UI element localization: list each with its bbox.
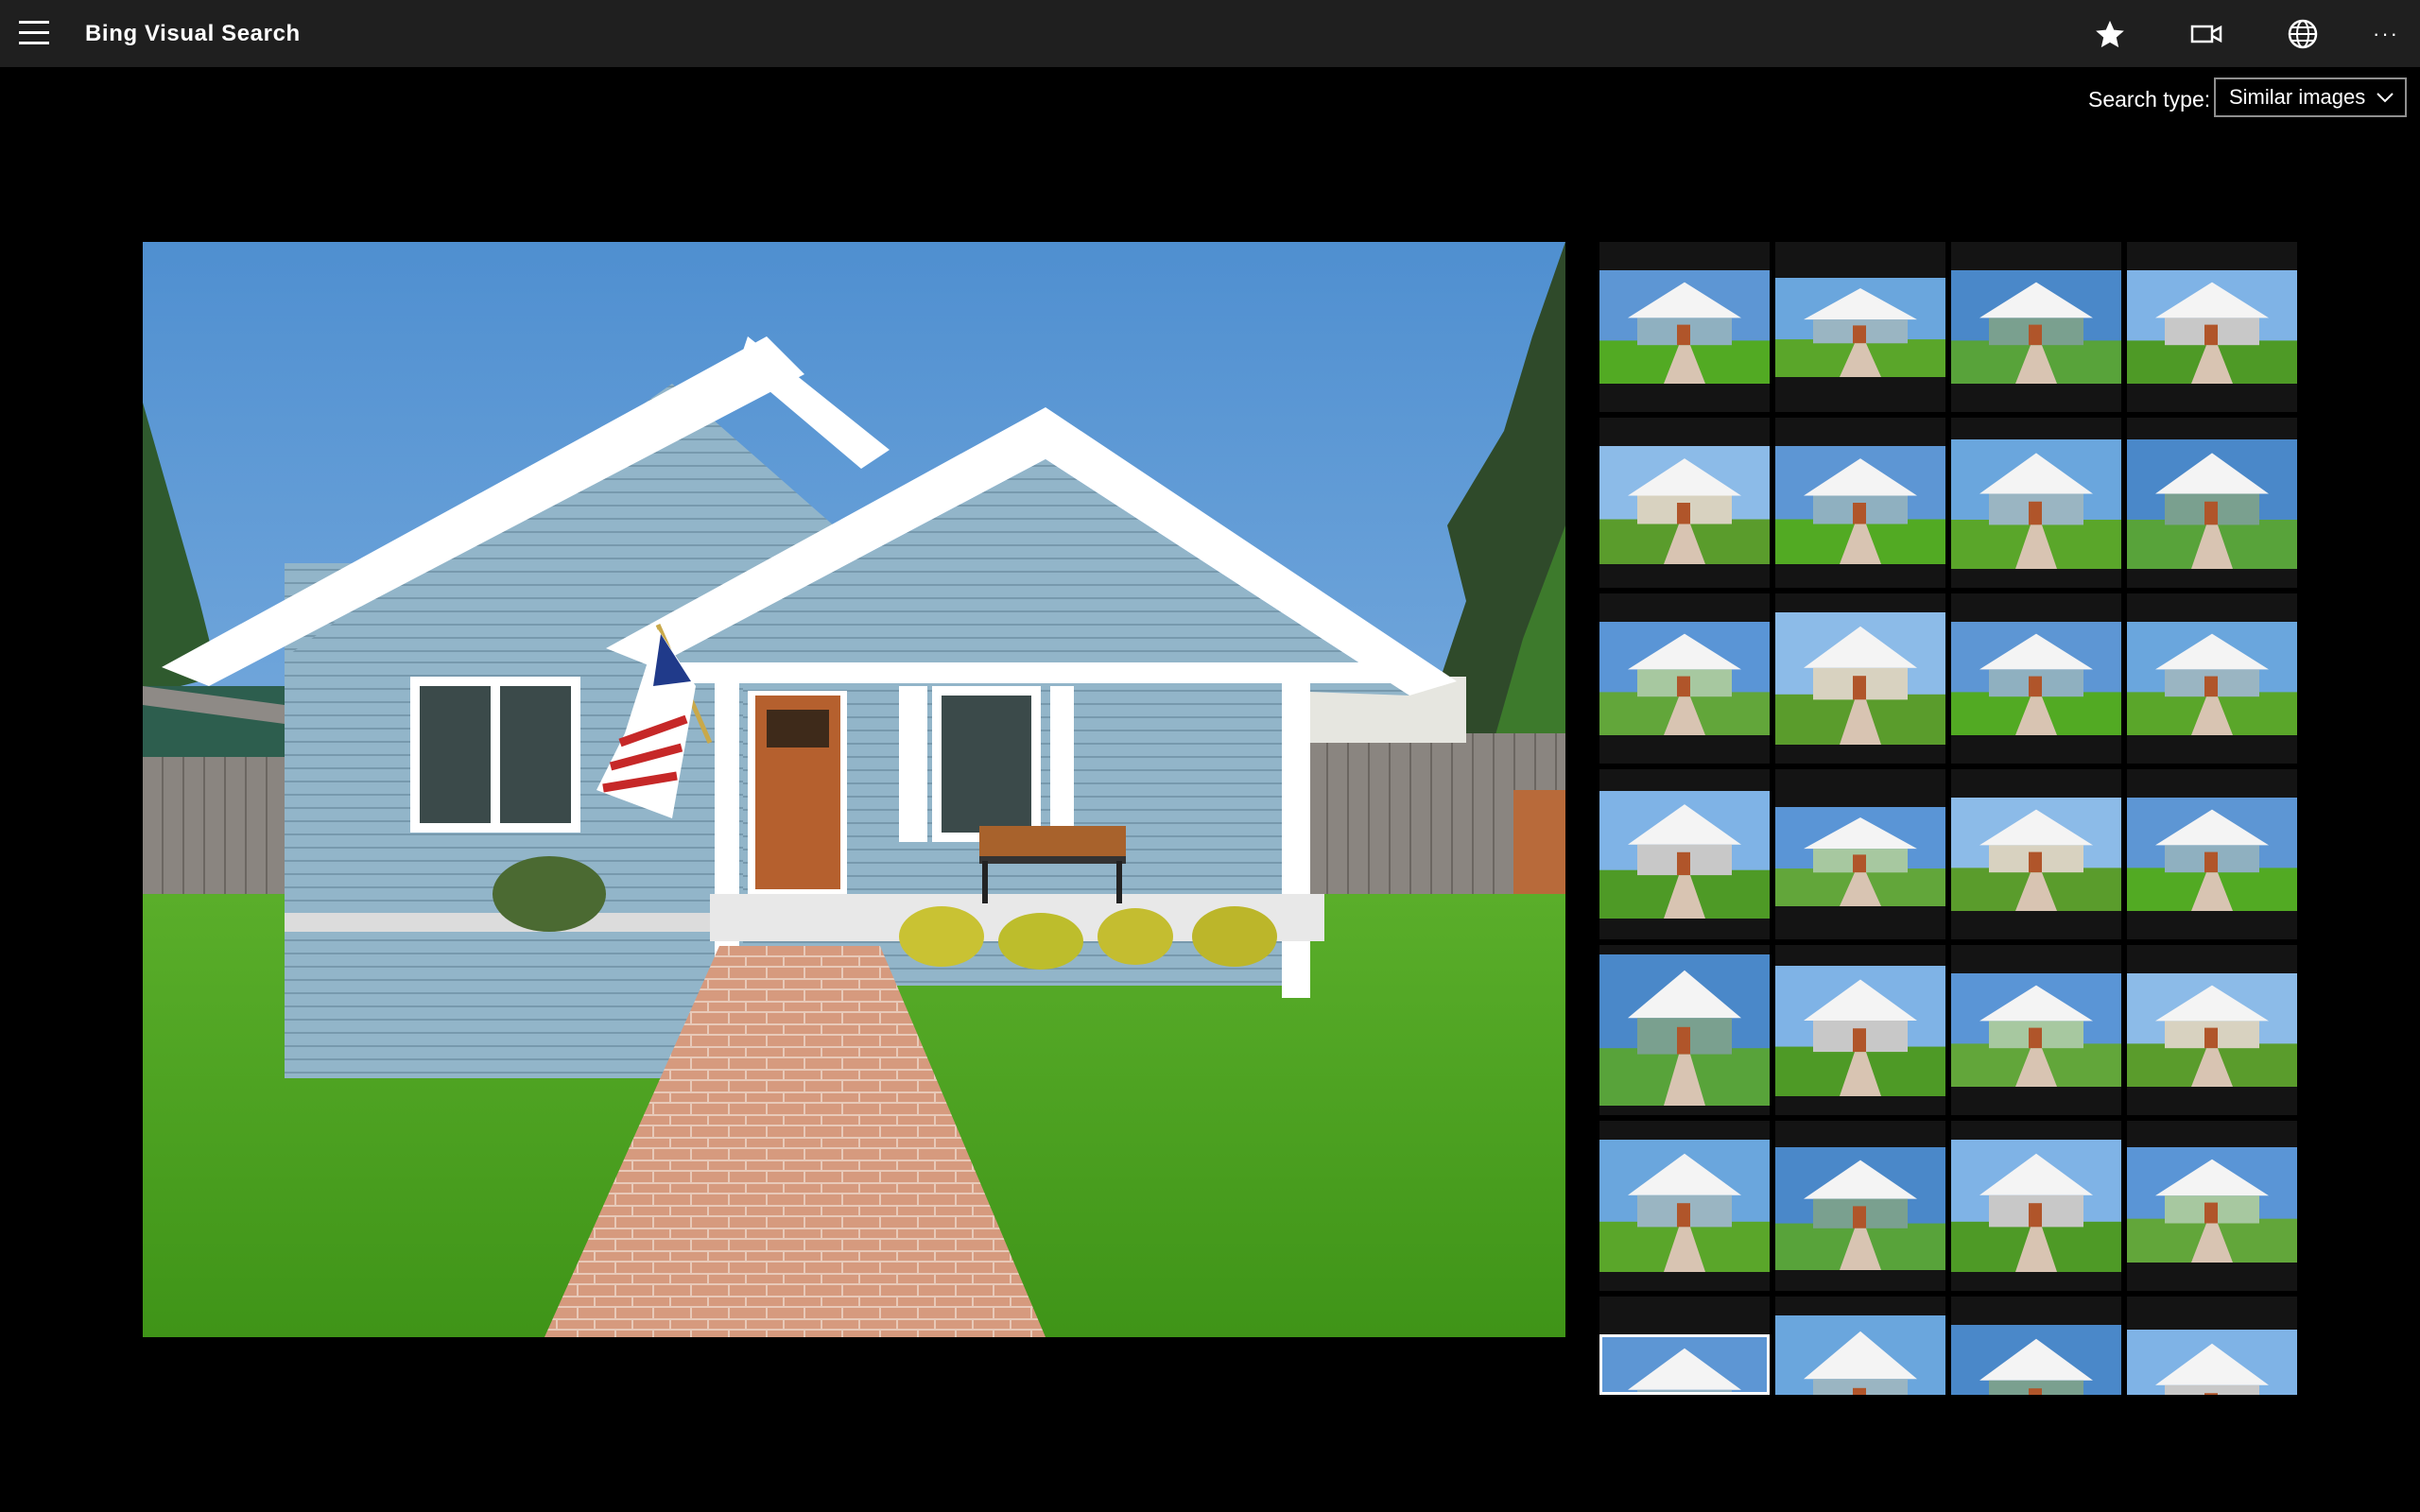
similar-image-thumbnail[interactable] (1775, 945, 1945, 1115)
video-camera-icon[interactable] (2186, 13, 2227, 55)
chevron-down-icon (2375, 87, 2395, 113)
house-thumbnail-image (1599, 622, 1770, 735)
similar-image-thumbnail[interactable] (2127, 769, 2297, 939)
similar-image-thumbnail[interactable] (1951, 1297, 2121, 1395)
search-type-dropdown[interactable]: Similar images (2214, 77, 2407, 117)
house-thumbnail-image (2127, 798, 2297, 911)
globe-icon[interactable] (2282, 13, 2324, 55)
house-thumbnail-image (1951, 1325, 2121, 1395)
similar-image-thumbnail[interactable] (2127, 1121, 2297, 1291)
house-thumbnail-image (1951, 439, 2121, 569)
house-photo (143, 242, 1565, 1337)
similar-image-thumbnail[interactable] (1599, 593, 1770, 764)
similar-image-thumbnail[interactable] (1951, 242, 2121, 412)
query-image[interactable] (143, 242, 1565, 1337)
house-thumbnail-image (1599, 1140, 1770, 1272)
house-thumbnail-image (1775, 1147, 1945, 1270)
similar-image-thumbnail[interactable] (2127, 418, 2297, 588)
similar-image-thumbnail[interactable] (1599, 945, 1770, 1115)
similar-image-thumbnail[interactable] (1775, 1121, 1945, 1291)
similar-image-thumbnail[interactable] (1599, 418, 1770, 588)
house-thumbnail-image (1951, 1140, 2121, 1272)
similar-image-thumbnail[interactable] (1775, 242, 1945, 412)
search-type-value: Similar images (2229, 85, 2366, 109)
similar-image-thumbnail[interactable] (1951, 1121, 2121, 1291)
house-thumbnail-image (2127, 622, 2297, 735)
similar-image-thumbnail[interactable] (1599, 242, 1770, 412)
house-thumbnail-image (1951, 798, 2121, 911)
house-thumbnail-image (1599, 954, 1770, 1106)
similar-image-thumbnail[interactable] (1951, 769, 2121, 939)
similar-image-thumbnail[interactable] (1599, 1121, 1770, 1291)
similar-image-thumbnail[interactable] (1951, 945, 2121, 1115)
selected-thumbnail-border (1599, 1334, 1770, 1395)
star-icon[interactable] (2089, 13, 2131, 55)
similar-image-thumbnail[interactable] (1951, 593, 2121, 764)
house-thumbnail-image (1775, 966, 1945, 1096)
house-thumbnail-image (1951, 270, 2121, 384)
search-type-label: Search type: (2088, 87, 2211, 112)
app-title: Bing Visual Search (85, 21, 301, 46)
similar-image-thumbnail[interactable] (1951, 418, 2121, 588)
similar-image-thumbnail[interactable] (2127, 1297, 2297, 1395)
similar-image-thumbnail[interactable] (1775, 418, 1945, 588)
house-thumbnail-image (1599, 791, 1770, 919)
hamburger-menu-icon[interactable] (19, 21, 49, 47)
house-thumbnail-image (2127, 1147, 2297, 1263)
house-thumbnail-image (1775, 612, 1945, 745)
house-thumbnail-image (2127, 1330, 2297, 1395)
similar-image-thumbnail[interactable] (1599, 1297, 1770, 1395)
house-thumbnail-image (1775, 1315, 1945, 1395)
similar-image-thumbnail[interactable] (2127, 593, 2297, 764)
house-thumbnail-image (1599, 270, 1770, 384)
house-thumbnail-image (2127, 270, 2297, 384)
house-thumbnail-image (1775, 446, 1945, 564)
title-bar: Bing Visual Search ··· (0, 0, 2420, 67)
house-thumbnail-image (2127, 439, 2297, 569)
similar-images-grid (1599, 242, 2420, 1395)
house-thumbnail-image (1951, 973, 2121, 1087)
similar-image-thumbnail[interactable] (2127, 242, 2297, 412)
similar-image-thumbnail[interactable] (1775, 769, 1945, 939)
house-thumbnail-image (1599, 446, 1770, 564)
similar-image-thumbnail[interactable] (1775, 1297, 1945, 1395)
house-thumbnail-image (1951, 622, 2121, 735)
similar-image-thumbnail[interactable] (1599, 769, 1770, 939)
similar-image-thumbnail[interactable] (1775, 593, 1945, 764)
house-thumbnail-image (1775, 278, 1945, 377)
similar-image-thumbnail[interactable] (2127, 945, 2297, 1115)
house-thumbnail-image (2127, 973, 2297, 1087)
house-thumbnail-image (1775, 807, 1945, 906)
more-ellipsis-icon[interactable]: ··· (2365, 13, 2407, 55)
